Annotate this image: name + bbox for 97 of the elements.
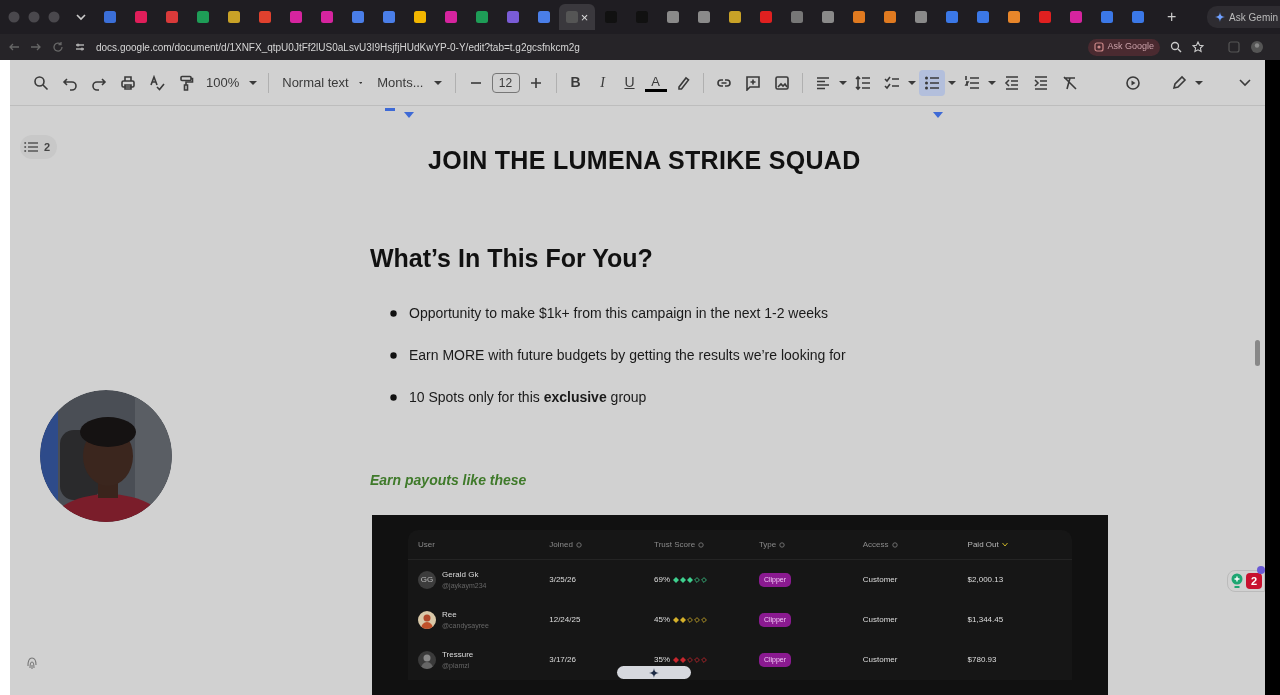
table-cell-text: 3/17/26	[549, 654, 577, 666]
ask-google-button[interactable]: Ask Google	[1088, 38, 1160, 56]
caret-icon[interactable]	[838, 79, 847, 86]
sort-icon[interactable]	[891, 541, 898, 548]
site-settings-icon[interactable]	[74, 41, 86, 53]
table-cell-text: 3/25/26	[549, 574, 577, 586]
column-header[interactable]: User	[418, 538, 435, 551]
section-heading: What’s In This For You?	[370, 242, 654, 274]
table-cell-text: Customer	[862, 574, 899, 586]
column-header[interactable]: Paid Out	[967, 538, 999, 551]
caret-icon	[358, 79, 363, 86]
sparkle-icon	[1215, 12, 1226, 22]
close-tab-button[interactable]: ×	[580, 10, 589, 24]
line-spacing-icon	[854, 74, 871, 91]
caret-icon	[249, 79, 258, 86]
subheading: Earn payouts like these	[370, 471, 528, 490]
gemini-button[interactable]: Ask Gemin	[1207, 6, 1280, 28]
style-dropdown[interactable]: Normal text	[276, 72, 369, 93]
align-icon	[814, 74, 831, 91]
trust-score: 69%	[654, 574, 671, 586]
indent-marker-icon[interactable]	[933, 112, 943, 118]
ai-assist-button[interactable]	[617, 666, 691, 679]
url-text[interactable]: docs.google.com/document/d/1XNFX_qtpU0JtFf2lUS0aLsvU3I9HsjfjHUdKwYP-0-Y/edit?tab=t.g2gcsfnkcm2g	[96, 39, 580, 55]
column-header[interactable]: Access	[862, 538, 889, 551]
add-comment-icon	[744, 74, 761, 91]
bullet-text: 10 Spots only for this exclusive group	[409, 388, 647, 407]
trust-score: 35%	[654, 654, 671, 666]
table-cell-text: $1,344.45	[967, 614, 1005, 626]
caret-icon[interactable]	[947, 79, 956, 86]
editing-mode-icon	[1171, 74, 1187, 91]
lens-icon	[1094, 42, 1105, 52]
sparkle-icon	[649, 667, 659, 678]
minus-icon	[470, 81, 481, 84]
indent-marker-icon[interactable]	[385, 108, 395, 112]
scrollbar-thumb-icon[interactable]	[1255, 340, 1260, 366]
star-icon[interactable]	[1192, 41, 1204, 53]
underline-button[interactable]: U	[617, 72, 642, 93]
profile-icon[interactable]	[1250, 40, 1264, 54]
zoom-icon[interactable]	[1170, 41, 1182, 53]
user-name: Gerald Gk	[442, 569, 480, 580]
bold-button[interactable]: B	[563, 72, 588, 93]
collapse-chevron-icon[interactable]	[1239, 78, 1251, 87]
sort-chevron-icon[interactable]	[1001, 542, 1008, 547]
caret-icon[interactable]	[907, 79, 916, 86]
bullet-icon	[390, 310, 397, 317]
reload-icon[interactable]	[52, 41, 64, 53]
column-header[interactable]: Trust Score	[654, 538, 696, 551]
table-cell-text: Customer	[862, 654, 899, 666]
comment-count-badge[interactable]: 2	[1246, 573, 1262, 589]
bullet-icon	[390, 394, 397, 401]
lightbulb-icon[interactable]	[1231, 573, 1243, 589]
new-tab-button[interactable]: +	[1167, 5, 1177, 29]
decrease-indent-icon	[1003, 74, 1020, 91]
table-cell-text: $2,000.13	[967, 574, 1005, 586]
back-icon[interactable]	[8, 41, 20, 53]
bullet-text: Opportunity to make $1k+ from this campaign in the next 1-2 weeks	[409, 304, 829, 323]
table-cell-text: Customer	[862, 614, 899, 626]
bullet-text: Earn MORE with future budgets by getting the results we’re looking for	[409, 346, 846, 365]
present-icon	[1125, 74, 1141, 91]
clear-formatting-icon	[1061, 74, 1078, 91]
italic-button[interactable]: I	[590, 72, 615, 93]
user-name: Tressure	[442, 649, 474, 660]
text-color-button[interactable]: A	[644, 73, 667, 92]
notification-dot-icon	[1257, 566, 1265, 574]
browser-tab[interactable]: ×	[559, 4, 595, 30]
bullet-icon	[390, 352, 397, 359]
search-icon	[33, 74, 49, 91]
print-icon	[120, 74, 136, 91]
caret-icon[interactable]	[987, 79, 996, 86]
paint-format-icon	[178, 74, 194, 91]
outline-button[interactable]: 2	[20, 135, 58, 159]
bullets-list-button[interactable]	[918, 69, 945, 96]
caret-icon[interactable]	[1195, 79, 1203, 86]
forward-icon[interactable]	[30, 41, 42, 53]
increase-indent-icon	[1032, 74, 1049, 91]
user-name: Ree	[442, 609, 458, 620]
font-size-field[interactable]: 12	[491, 72, 520, 93]
column-header[interactable]: Type	[758, 538, 777, 551]
column-header[interactable]: Joined	[549, 538, 573, 551]
sort-icon[interactable]	[698, 541, 705, 548]
caret-icon	[433, 79, 442, 86]
outline-icon	[24, 141, 38, 153]
checklist-list-icon	[883, 74, 900, 91]
numbered-list-icon	[963, 74, 980, 91]
trust-score: 45%	[654, 614, 671, 626]
zoom-dropdown[interactable]: 100%	[202, 72, 262, 93]
sort-icon[interactable]	[779, 541, 786, 548]
bullets-list-icon	[923, 74, 940, 91]
user-avatar: GG	[418, 571, 436, 589]
sort-icon[interactable]	[575, 541, 582, 548]
font-dropdown[interactable]: Monts...	[371, 72, 448, 93]
document-title: JOIN THE LUMENA STRIKE SQUAD	[428, 145, 862, 176]
table-cell-text: $780.93	[967, 654, 998, 666]
indent-marker-icon[interactable]	[404, 112, 414, 118]
insert-image-icon	[773, 74, 790, 91]
table-cell-text: 12/24/25	[549, 614, 582, 626]
spellcheck-icon	[149, 74, 165, 91]
